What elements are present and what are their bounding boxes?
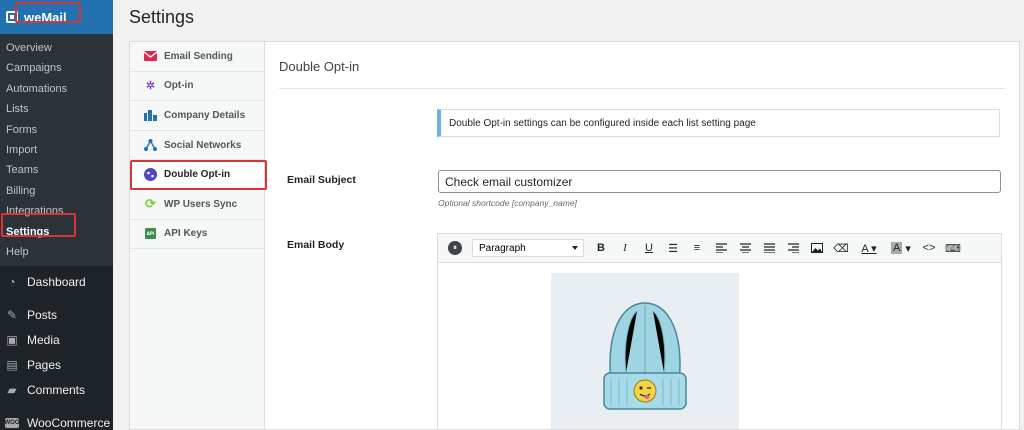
italic-icon[interactable]: I: [614, 238, 636, 258]
email-subject-input[interactable]: Check email customizer: [438, 170, 1001, 193]
tab-social-networks[interactable]: Social Networks: [130, 131, 264, 161]
menu-item-pages[interactable]: ▤ Pages: [0, 352, 113, 377]
comments-icon: ▰: [7, 382, 17, 397]
submenu-item-automations[interactable]: Automations: [0, 79, 113, 99]
align-right-icon[interactable]: [782, 238, 804, 258]
align-center-icon[interactable]: [734, 238, 756, 258]
current-menu-arrow: [113, 9, 121, 25]
double-opt-in-highlight: [130, 160, 267, 190]
format-select[interactable]: Paragraph: [472, 239, 584, 257]
text-color-icon[interactable]: A ▾: [854, 238, 884, 258]
settings-highlight: [1, 213, 76, 237]
envelope-icon: [144, 50, 157, 63]
align-left-icon[interactable]: [710, 238, 732, 258]
background-color-icon[interactable]: A ▾: [886, 238, 916, 258]
insert-image-icon[interactable]: [806, 238, 828, 258]
settings-content: Double Opt-in Double Opt-in settings can…: [265, 42, 1019, 429]
pin-icon: ✎: [6, 307, 18, 322]
chevron-down-icon: [572, 246, 578, 250]
format-select-value: Paragraph: [479, 242, 526, 254]
tab-label: API Keys: [164, 228, 208, 240]
toolbar-toggle-icon[interactable]: ⏸: [444, 238, 466, 258]
menu-item-label: WooCommerce: [27, 415, 111, 430]
building-icon: [144, 109, 157, 122]
tab-api-keys[interactable]: API API Keys: [130, 220, 264, 250]
menu-item-dashboard[interactable]: ◔ Dashboard: [0, 269, 113, 294]
menu-item-label: Media: [27, 332, 60, 347]
tab-label: Company Details: [164, 109, 246, 121]
submenu-item-billing[interactable]: Billing: [0, 181, 113, 201]
bullet-list-icon[interactable]: ☰: [662, 238, 684, 258]
submenu-item-lists[interactable]: Lists: [0, 99, 113, 119]
tab-company-details[interactable]: Company Details: [130, 101, 264, 131]
submenu-item-import[interactable]: Import: [0, 140, 113, 160]
tab-email-sending[interactable]: Email Sending: [130, 42, 264, 72]
menu-item-label: Pages: [27, 357, 62, 372]
media-icon: ▣: [6, 332, 18, 347]
source-code-icon[interactable]: <>: [918, 238, 940, 258]
page-title: Settings: [129, 7, 195, 27]
settings-panel: Email Sending ✲ Opt-in Company Details S…: [129, 41, 1020, 430]
tab-label: Email Sending: [164, 50, 233, 62]
menu-item-media[interactable]: ▣ Media: [0, 327, 113, 352]
pages-icon: ▤: [6, 357, 18, 372]
submenu-item-overview[interactable]: Overview: [0, 38, 113, 58]
api-key-icon: API: [144, 227, 157, 240]
email-body-label: Email Body: [287, 239, 345, 251]
email-body-editor: ⏸ Paragraph B I U ☰ ≡ ⌫ A ▾ A ▾ <> ⌨: [437, 233, 1002, 429]
section-title: Double Opt-in: [279, 59, 360, 74]
dashboard-icon: ◔: [8, 274, 16, 289]
subject-hint: Optional shortcode [company_name]: [438, 198, 577, 208]
sync-icon: ⟳: [145, 196, 156, 212]
menu-item-label: Posts: [27, 307, 58, 322]
numbered-list-icon[interactable]: ≡: [686, 238, 708, 258]
underline-icon[interactable]: U: [638, 238, 660, 258]
section-divider: [279, 88, 1005, 89]
submenu-item-forms[interactable]: Forms: [0, 120, 113, 140]
email-subject-label: Email Subject: [287, 174, 356, 186]
eraser-icon[interactable]: ⌫: [830, 238, 852, 258]
settings-tabs: Email Sending ✲ Opt-in Company Details S…: [130, 42, 265, 429]
tab-label: Opt-in: [164, 80, 194, 92]
editor-content-area[interactable]: [438, 263, 1001, 429]
tab-label: WP Users Sync: [164, 198, 238, 210]
editor-toolbar: ⏸ Paragraph B I U ☰ ≡ ⌫ A ▾ A ▾ <> ⌨: [438, 234, 1001, 263]
tab-opt-in[interactable]: ✲ Opt-in: [130, 72, 264, 102]
admin-main-menu: ◔ Dashboard ✎ Posts ▣ Media ▤ Pages ▰ Co…: [0, 266, 113, 430]
submenu-item-help[interactable]: Help: [0, 242, 113, 262]
keyboard-icon[interactable]: ⌨: [942, 238, 964, 258]
menu-item-posts[interactable]: ✎ Posts: [0, 302, 113, 327]
weMail-highlight: [15, 2, 81, 23]
woocommerce-icon: WOO: [4, 417, 20, 428]
menu-item-label: Dashboard: [27, 274, 86, 289]
tab-wp-users-sync[interactable]: ⟳ WP Users Sync: [130, 190, 264, 220]
info-notice: Double Opt-in settings can be configured…: [437, 109, 1000, 137]
svg-text:API: API: [147, 231, 155, 236]
gear-icon: ✲: [145, 80, 156, 93]
menu-item-woocommerce[interactable]: WOO WooCommerce: [0, 410, 113, 430]
menu-item-comments[interactable]: ▰ Comments: [0, 377, 113, 402]
submenu-item-campaigns[interactable]: Campaigns: [0, 58, 113, 78]
share-network-icon: [144, 139, 157, 152]
beanie-illustration: [603, 302, 687, 410]
submenu-item-teams[interactable]: Teams: [0, 160, 113, 180]
menu-item-label: Comments: [27, 382, 86, 397]
align-justify-icon[interactable]: [758, 238, 780, 258]
tab-label: Social Networks: [164, 139, 242, 151]
beanie-image: [551, 273, 739, 429]
bold-icon[interactable]: B: [590, 238, 612, 258]
